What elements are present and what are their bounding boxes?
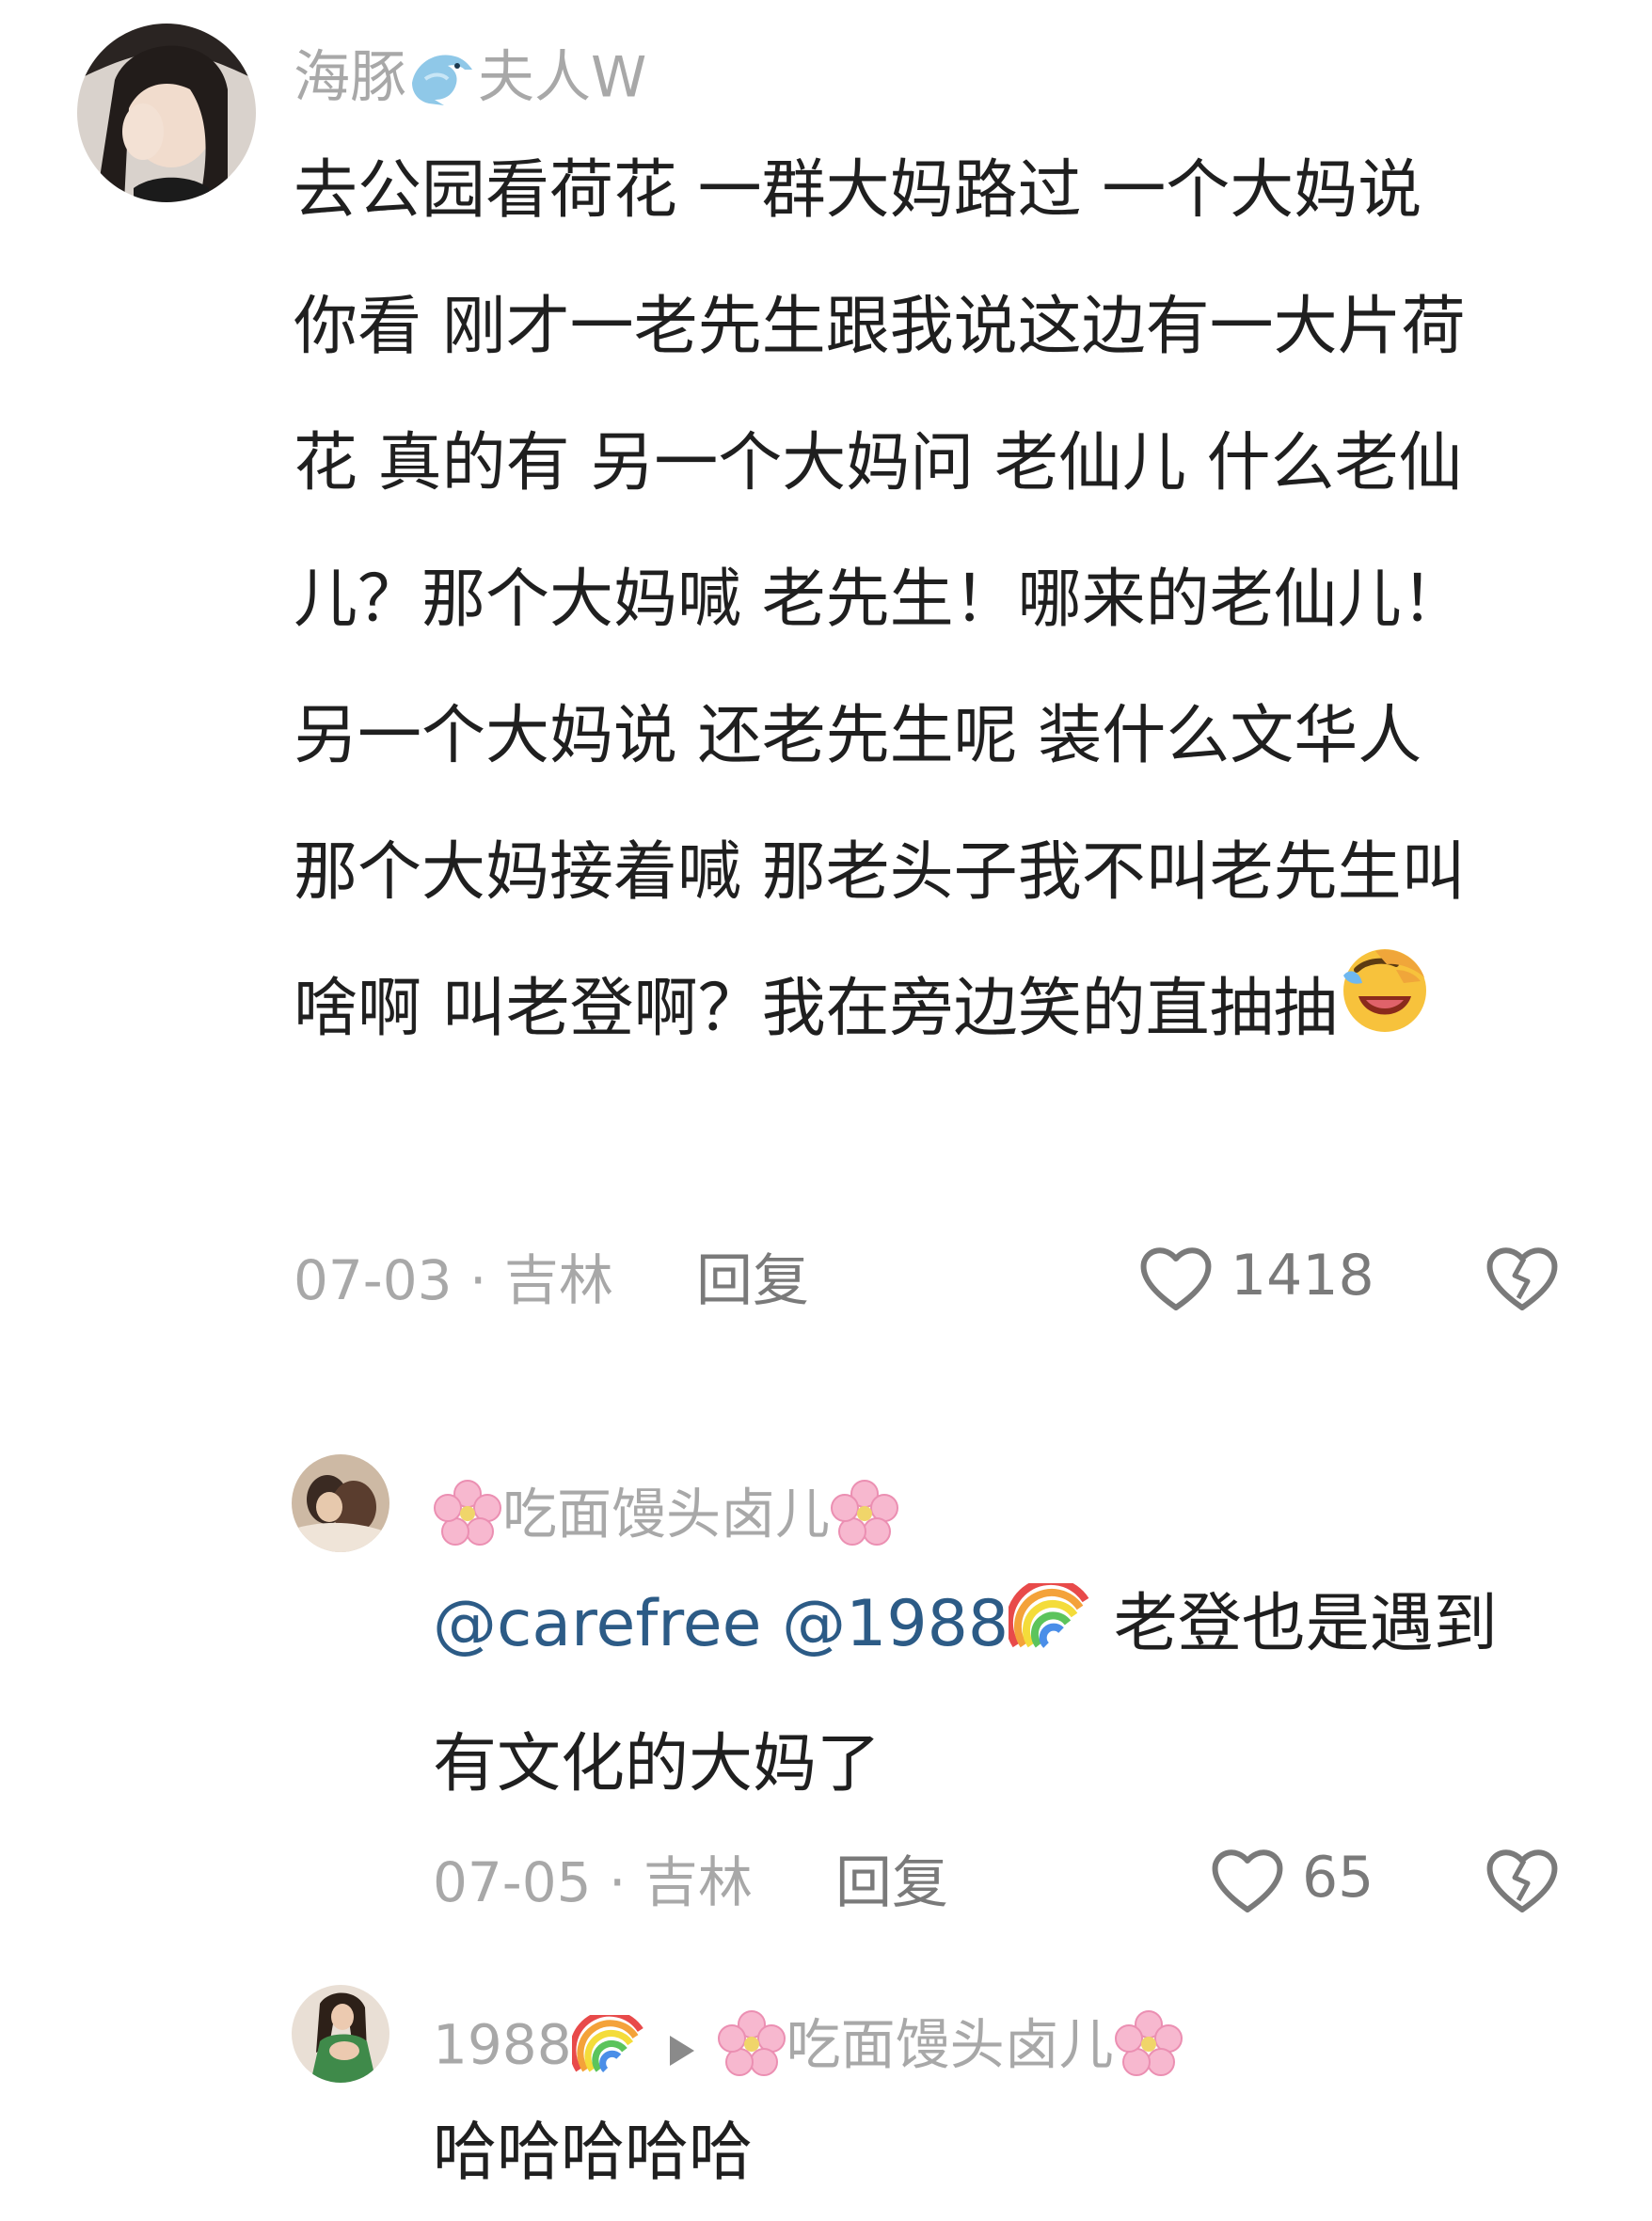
username-prefix: 海豚 bbox=[294, 44, 406, 111]
broken-heart-icon bbox=[1483, 1849, 1562, 1923]
reply-body: @carefree @1988 老登也是遇到 有文化的大妈了 bbox=[433, 1556, 1609, 1832]
heart-icon bbox=[1208, 1849, 1287, 1923]
mention-link[interactable]: @1988 bbox=[782, 1587, 1009, 1661]
cherry-blossom-icon bbox=[830, 1479, 899, 1557]
rainbow-icon bbox=[1006, 1560, 1093, 1696]
rainbow-icon bbox=[569, 2009, 647, 2082]
reply-username[interactable]: 1988 吃面馒头卤儿 bbox=[433, 2009, 1183, 2087]
dislike-button[interactable] bbox=[1483, 1238, 1562, 1317]
from-username: 1988 bbox=[433, 2012, 572, 2077]
reply-avatar[interactable] bbox=[292, 1985, 389, 2083]
dolphin-icon bbox=[406, 45, 478, 117]
broken-heart-icon bbox=[1483, 1247, 1562, 1321]
comment-line: 花 真的有 另一个大妈问 老仙儿 什么老仙 bbox=[294, 426, 1463, 500]
comment-meta: 07-03 · 吉林 bbox=[294, 1248, 613, 1312]
username-suffix: 夫人W bbox=[478, 44, 647, 111]
heart-icon bbox=[1136, 1247, 1215, 1321]
like-button[interactable] bbox=[1208, 1840, 1287, 1919]
like-count: 1418 bbox=[1231, 1243, 1374, 1309]
reply-text: 哈哈哈哈哈 bbox=[433, 2116, 754, 2190]
mention-link[interactable]: @carefree bbox=[433, 1587, 761, 1661]
reply-username[interactable]: 吃面馒头卤儿 bbox=[433, 1479, 899, 1557]
comment-body: 去公园看荷花 一群大妈路过 一个大妈说 你看 刚才一老先生跟我说这边有一大片荷 … bbox=[294, 122, 1611, 1083]
reply-button[interactable]: 回复 bbox=[835, 1855, 948, 1912]
play-triangle-icon bbox=[668, 2022, 696, 2076]
reply-line: @carefree @1988 老登也是遇到 bbox=[433, 1556, 1609, 1696]
reply-avatar[interactable] bbox=[292, 1454, 389, 1552]
rofl-emoji bbox=[1338, 942, 1432, 1083]
cherry-blossom-icon bbox=[717, 2009, 786, 2087]
reply-button[interactable]: 回复 bbox=[696, 1253, 809, 1309]
reply-username-text: 吃面馒头卤儿 bbox=[502, 1482, 831, 1547]
cherry-blossom-icon bbox=[433, 1479, 502, 1557]
comment-line-last: 啥啊 叫老登啊？我在旁边笑的直抽抽 bbox=[294, 941, 1611, 1083]
comment-line: 那个大妈接着喊 那老头子我不叫老先生叫 bbox=[294, 835, 1466, 910]
reply-line: 有文化的大妈了 bbox=[433, 1726, 882, 1801]
comment-line: 去公园看荷花 一群大妈路过 一个大妈说 bbox=[294, 153, 1422, 228]
like-count: 65 bbox=[1302, 1845, 1374, 1911]
comment-username[interactable]: 海豚 夫人W bbox=[294, 45, 646, 117]
comment-line: 另一个大妈说 还老先生呢 装什么文华人 bbox=[294, 699, 1422, 773]
reply-text-rest: 老登也是遇到 bbox=[1093, 1587, 1498, 1661]
to-username: 吃面馒头卤儿 bbox=[786, 2012, 1114, 2077]
reply-meta: 07-05 · 吉林 bbox=[433, 1850, 753, 1914]
dislike-button[interactable] bbox=[1483, 1840, 1562, 1919]
like-button[interactable] bbox=[1136, 1238, 1215, 1317]
cherry-blossom-icon bbox=[1114, 2009, 1183, 2087]
comment-line: 你看 刚才一老先生跟我说这边有一大片荷 bbox=[294, 290, 1466, 364]
comment-line-text: 啥啊 叫老登啊？我在旁边笑的直抽抽 bbox=[294, 972, 1338, 1046]
avatar[interactable] bbox=[77, 24, 256, 202]
comment-line: 儿？那个大妈喊 老先生！哪来的老仙儿！ bbox=[294, 563, 1466, 637]
